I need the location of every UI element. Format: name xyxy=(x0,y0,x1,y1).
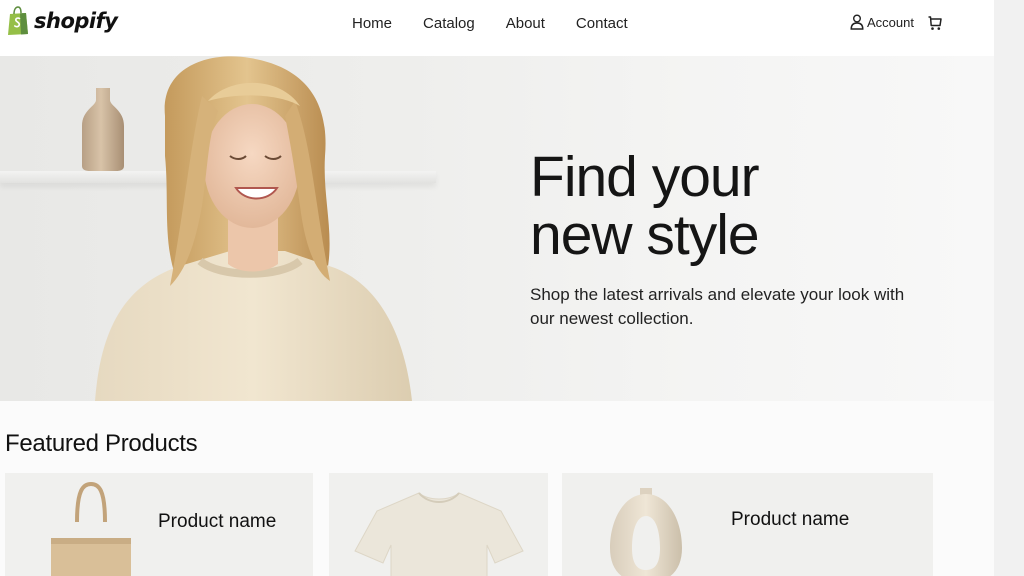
shopify-logo[interactable]: shopify xyxy=(6,6,118,36)
featured-products-heading: Featured Products xyxy=(5,430,198,457)
t-shirt-image xyxy=(354,492,524,576)
account-label: Account xyxy=(867,14,914,30)
site-header: shopify Home Catalog About Contact Accou… xyxy=(0,0,994,57)
hero-title-line-2: new style xyxy=(530,203,760,267)
hero-title-line-1: Find your xyxy=(530,145,760,209)
product-card[interactable]: Product name xyxy=(562,473,933,576)
product-name: Product name xyxy=(731,509,850,530)
page: shopify Home Catalog About Contact Accou… xyxy=(0,0,1024,576)
product-name: Product name xyxy=(158,511,277,532)
cart-icon[interactable] xyxy=(927,15,943,31)
nav-home[interactable]: Home xyxy=(352,14,392,34)
model-image xyxy=(95,56,412,401)
nav-contact[interactable]: Contact xyxy=(576,14,628,34)
shopify-bag-icon xyxy=(8,6,28,35)
hero-subtitle: Shop the latest arrivals and elevate you… xyxy=(530,285,905,328)
window-scroll-gutter[interactable] xyxy=(994,0,1024,576)
person-icon xyxy=(850,14,864,30)
tote-bag-image xyxy=(51,482,131,576)
hero-banner: Find your new style Shop the latest arri… xyxy=(0,56,994,401)
nav-about[interactable]: About xyxy=(506,14,545,34)
ring-vase-image xyxy=(610,488,682,576)
hero-title: Find your new style xyxy=(530,148,950,264)
account-link[interactable]: Account xyxy=(850,14,914,30)
nav-catalog[interactable]: Catalog xyxy=(423,14,475,34)
product-card[interactable]: Product name xyxy=(5,473,313,576)
logo-text: shopify xyxy=(34,9,118,33)
main-nav: Home Catalog About Contact xyxy=(352,14,628,34)
product-card[interactable] xyxy=(329,473,548,576)
main-column: shopify Home Catalog About Contact Accou… xyxy=(0,0,994,576)
